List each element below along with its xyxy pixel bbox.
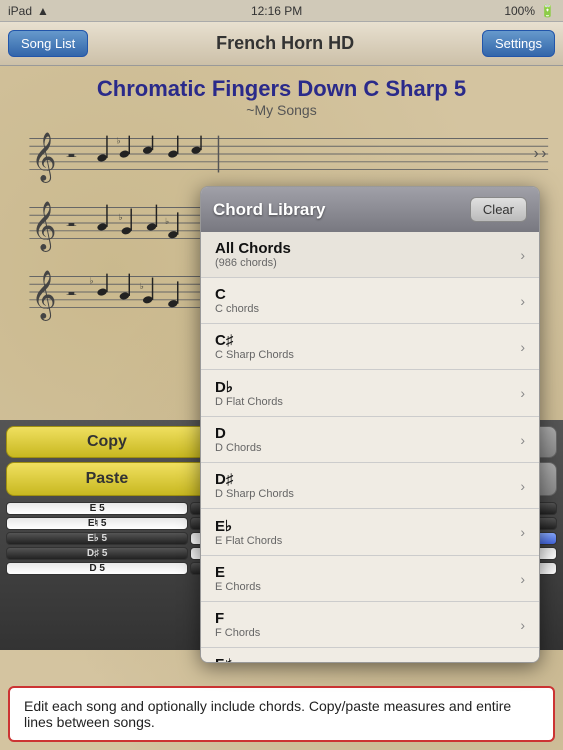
chord-item-C[interactable]: C C chords › bbox=[201, 278, 539, 324]
device-label: iPad bbox=[8, 4, 32, 18]
chord-item-all-chords[interactable]: All Chords (986 chords) › bbox=[201, 232, 539, 278]
battery-icon: 🔋 bbox=[540, 4, 555, 18]
key-E5[interactable]: E 5 bbox=[6, 502, 188, 515]
chord-library-header: Chord Library Clear bbox=[201, 187, 539, 232]
chord-item-Cs[interactable]: C♯ C Sharp Chords › bbox=[201, 324, 539, 370]
song-subtitle: ~My Songs bbox=[0, 102, 563, 118]
svg-text:𝄞: 𝄞 bbox=[31, 271, 56, 322]
paste-button[interactable]: Paste bbox=[6, 462, 208, 496]
svg-text:›: › bbox=[534, 145, 539, 162]
svg-text:𝄼: 𝄼 bbox=[66, 212, 76, 242]
svg-text:♭: ♭ bbox=[140, 281, 144, 291]
svg-text:𝄼: 𝄼 bbox=[66, 143, 76, 173]
chord-list[interactable]: All Chords (986 chords) › C C chords › C… bbox=[201, 232, 539, 662]
chord-arrow-E: › bbox=[520, 571, 525, 587]
copy-button[interactable]: Copy bbox=[6, 426, 208, 458]
svg-text:♭: ♭ bbox=[165, 216, 169, 226]
chord-item-F[interactable]: F F Chords › bbox=[201, 602, 539, 648]
chord-arrow-all: › bbox=[520, 247, 525, 263]
status-left: iPad ▲ bbox=[8, 4, 49, 18]
wifi-icon: ▲ bbox=[37, 4, 49, 18]
svg-text:♭: ♭ bbox=[90, 275, 94, 285]
svg-text:♭: ♭ bbox=[119, 212, 123, 222]
svg-text:𝄞: 𝄞 bbox=[31, 202, 56, 253]
key-Ds5c[interactable]: D♯ 5 bbox=[6, 547, 188, 560]
key-En5[interactable]: E♮ 5 bbox=[6, 517, 188, 530]
chord-clear-button[interactable]: Clear bbox=[470, 197, 527, 222]
chord-arrow-Db: › bbox=[520, 385, 525, 401]
chord-item-D[interactable]: D D Chords › bbox=[201, 417, 539, 463]
status-right: 100% 🔋 bbox=[504, 4, 555, 18]
staff-row-1: 𝄞 𝄼 ♭ › › bbox=[10, 123, 553, 188]
key-Eb5b[interactable]: E♭ 5 bbox=[6, 532, 188, 545]
chord-arrow-Ds: › bbox=[520, 478, 525, 494]
chord-arrow-Eb: › bbox=[520, 524, 525, 540]
svg-text:𝄼: 𝄼 bbox=[66, 281, 76, 311]
nav-bar: Song List French Horn HD Settings bbox=[0, 22, 563, 66]
battery-label: 100% bbox=[504, 4, 535, 18]
chord-item-Fs[interactable]: F♯ F Sharp Chords › bbox=[201, 648, 539, 662]
settings-button[interactable]: Settings bbox=[482, 30, 555, 57]
svg-text:›: › bbox=[541, 145, 546, 162]
chord-arrow-Cs: › bbox=[520, 339, 525, 355]
svg-text:♭: ♭ bbox=[117, 135, 121, 145]
info-box: Edit each song and optionally include ch… bbox=[8, 686, 555, 742]
song-title-area: Chromatic Fingers Down C Sharp 5 ~My Son… bbox=[0, 66, 563, 123]
chord-arrow-D: › bbox=[520, 432, 525, 448]
chord-library-title: Chord Library bbox=[213, 200, 325, 220]
chord-item-Db[interactable]: D♭ D Flat Chords › bbox=[201, 370, 539, 417]
status-bar: iPad ▲ 12:16 PM 100% 🔋 bbox=[0, 0, 563, 22]
main-content: Chromatic Fingers Down C Sharp 5 ~My Son… bbox=[0, 66, 563, 750]
chord-arrow-F: › bbox=[520, 617, 525, 633]
chord-item-Ds[interactable]: D♯ D Sharp Chords › bbox=[201, 463, 539, 509]
status-time: 12:16 PM bbox=[251, 4, 302, 18]
chord-library: Chord Library Clear All Chords (986 chor… bbox=[200, 186, 540, 663]
svg-text:𝄞: 𝄞 bbox=[31, 133, 56, 184]
chord-item-E[interactable]: E E Chords › bbox=[201, 556, 539, 602]
song-list-button[interactable]: Song List bbox=[8, 30, 88, 57]
song-title: Chromatic Fingers Down C Sharp 5 bbox=[0, 76, 563, 102]
nav-title: French Horn HD bbox=[216, 33, 354, 54]
info-text: Edit each song and optionally include ch… bbox=[24, 698, 511, 730]
chord-arrow-C: › bbox=[520, 293, 525, 309]
chord-item-Eb[interactable]: E♭ E Flat Chords › bbox=[201, 509, 539, 556]
key-D5b[interactable]: D 5 bbox=[6, 562, 188, 575]
